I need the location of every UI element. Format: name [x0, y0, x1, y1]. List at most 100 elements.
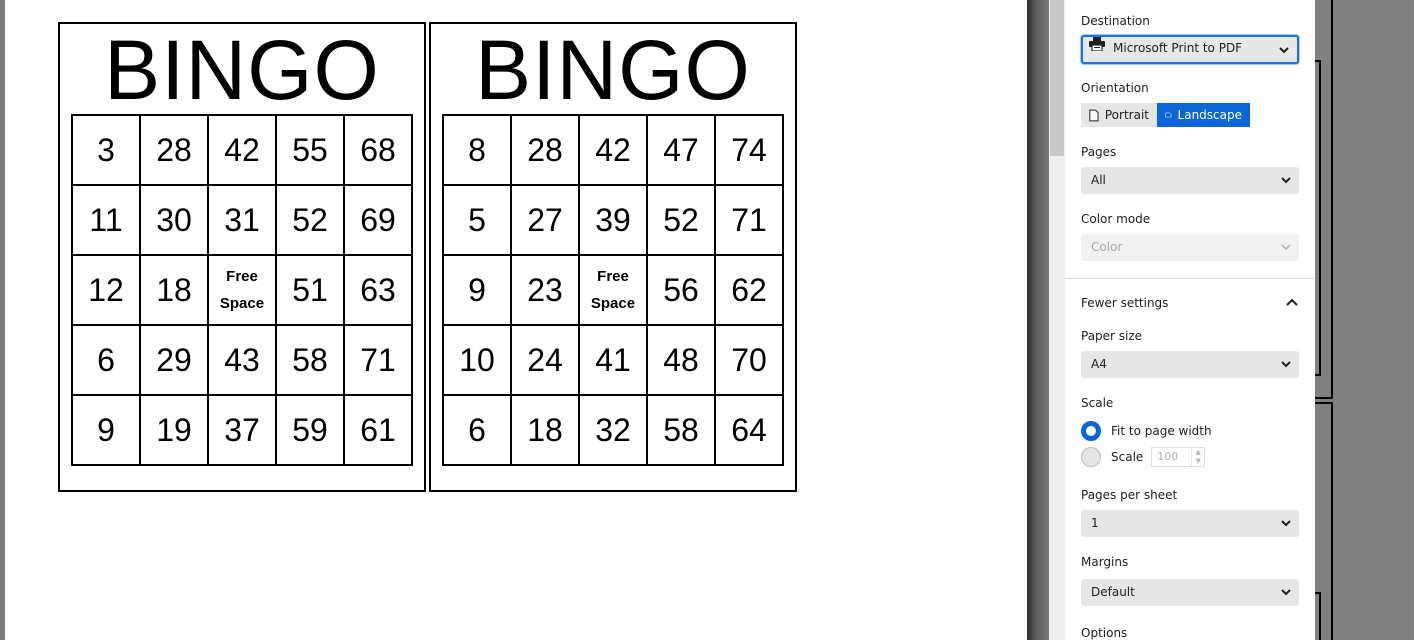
orientation-toggle: Portrait Landscape	[1081, 103, 1250, 127]
fit-to-page-width-label: Fit to page width	[1111, 424, 1212, 438]
bingo-number-cell: 8	[442, 114, 512, 186]
custom-scale-option[interactable]: Scale 100 ▲ ▼	[1081, 447, 1206, 467]
bingo-number-cell: 70	[714, 324, 784, 396]
destination-label: Destination	[1081, 14, 1150, 28]
orientation-label: Orientation	[1081, 81, 1149, 95]
bingo-number-cell: 42	[207, 114, 277, 186]
color-mode-select[interactable]: Color	[1081, 234, 1299, 261]
bingo-number-cell: 6	[442, 394, 512, 466]
pages-per-sheet-label: Pages per sheet	[1081, 488, 1178, 502]
bingo-number-cell: 52	[646, 184, 716, 256]
bingo-number-cell: 32	[578, 394, 648, 466]
free-space-cell: Free Space	[578, 254, 648, 326]
paper-size-value: A4	[1091, 357, 1107, 371]
preview-panel-shadow	[1027, 0, 1049, 640]
thumbnail-outline	[1319, 60, 1321, 376]
thumbnail-edge	[1315, 374, 1321, 376]
pages-per-sheet-value: 1	[1091, 516, 1099, 530]
bingo-number-cell: 51	[275, 254, 345, 326]
bingo-number-cell: 9	[71, 394, 141, 466]
chevron-down-icon	[1281, 579, 1291, 617]
bingo-card-title: BINGO	[475, 23, 751, 117]
printer-icon	[1089, 36, 1105, 59]
thumbnail-outline	[1331, 0, 1333, 398]
bingo-number-cell: 27	[510, 184, 580, 256]
bingo-grid: 8 28 42 47 74 5 27 39 52 71 9 23 Free Space 56 62 10 24 41…	[442, 114, 784, 466]
color-mode-value: Color	[1091, 240, 1123, 254]
section-divider	[1065, 278, 1315, 279]
bingo-number-cell: 3	[71, 114, 141, 186]
scale-spinner[interactable]: ▲ ▼	[1191, 448, 1204, 466]
bingo-number-cell: 28	[139, 114, 209, 186]
bingo-card-1: BINGO 3 28 42 55 68 11 30 31 52 69 12 18 Free Space 51…	[58, 22, 426, 492]
pages-select[interactable]: All	[1081, 167, 1299, 194]
fit-to-page-width-option[interactable]: Fit to page width	[1081, 421, 1212, 441]
free-space-text: Free	[226, 268, 258, 285]
chevron-up-icon[interactable]	[1285, 294, 1299, 314]
chevron-down-icon	[1281, 510, 1291, 548]
scale-input[interactable]: 100 ▲ ▼	[1151, 447, 1206, 467]
bingo-row: 10 24 41 48 70	[442, 324, 784, 396]
bingo-row: 9 23 Free Space 56 62	[442, 254, 784, 326]
bingo-row: 9 19 37 59 61	[71, 394, 413, 466]
bingo-number-cell: 58	[646, 394, 716, 466]
pages-label: Pages	[1081, 145, 1117, 159]
bingo-number-cell: 52	[275, 184, 345, 256]
landscape-button[interactable]: Landscape	[1157, 103, 1250, 127]
paper-size-label: Paper size	[1081, 329, 1143, 343]
bingo-number-cell: 30	[139, 184, 209, 256]
paper-size-select[interactable]: A4	[1081, 351, 1299, 378]
bingo-number-cell: 41	[578, 324, 648, 396]
chevron-down-icon	[1279, 37, 1289, 73]
pages-value: All	[1091, 173, 1106, 187]
bingo-number-cell: 47	[646, 114, 716, 186]
options-label: Options	[1081, 626, 1128, 640]
bingo-number-cell: 18	[510, 394, 580, 466]
margins-label: Margins	[1081, 555, 1129, 569]
bingo-number-cell: 69	[343, 184, 413, 256]
scale-label: Scale	[1081, 396, 1114, 410]
portrait-button[interactable]: Portrait	[1081, 103, 1157, 127]
thumbnail-edge	[1315, 397, 1333, 399]
bingo-number-cell: 9	[442, 254, 512, 326]
bingo-grid: 3 28 42 55 68 11 30 31 52 69 12 18 Free Space 51 63 6 29 4…	[71, 114, 413, 466]
radio-unselected[interactable]	[1081, 447, 1101, 467]
destination-select[interactable]: Microsoft Print to PDF	[1081, 35, 1299, 64]
bingo-number-cell: 64	[714, 394, 784, 466]
bingo-row: 6 29 43 58 71	[71, 324, 413, 396]
bingo-number-cell: 71	[714, 184, 784, 256]
bingo-number-cell: 5	[442, 184, 512, 256]
bingo-number-cell: 58	[275, 324, 345, 396]
margins-select[interactable]: Default	[1081, 579, 1299, 606]
thumbnail-outline	[1331, 402, 1333, 640]
radio-selected[interactable]	[1081, 421, 1101, 441]
portrait-label: Portrait	[1104, 108, 1149, 122]
bingo-number-cell: 55	[275, 114, 345, 186]
bingo-card-title: BINGO	[104, 23, 380, 117]
chevron-down-icon	[1281, 234, 1291, 272]
bingo-number-cell: 61	[343, 394, 413, 466]
bingo-number-cell: 48	[646, 324, 716, 396]
bingo-number-cell: 63	[343, 254, 413, 326]
free-space-text: Space	[590, 295, 636, 312]
bingo-number-cell: 29	[139, 324, 209, 396]
thumbnail-outline	[1319, 592, 1321, 640]
free-space-text: Space	[219, 295, 265, 312]
color-mode-label: Color mode	[1081, 212, 1151, 226]
pages-per-sheet-select[interactable]: 1	[1081, 510, 1299, 537]
bingo-number-cell: 56	[646, 254, 716, 326]
bingo-number-cell: 43	[207, 324, 277, 396]
bingo-number-cell: 37	[207, 394, 277, 466]
bingo-number-cell: 19	[139, 394, 209, 466]
bingo-number-cell: 28	[510, 114, 580, 186]
bingo-number-cell: 11	[71, 184, 141, 256]
destination-value: Microsoft Print to PDF	[1113, 41, 1243, 55]
chevron-down-icon	[1281, 351, 1291, 389]
bingo-number-cell: 68	[343, 114, 413, 186]
landscape-label: Landscape	[1177, 108, 1242, 122]
bingo-number-cell: 62	[714, 254, 784, 326]
settings-scrollbar-thumb[interactable]	[1050, 0, 1064, 156]
bingo-row: 8 28 42 47 74	[442, 114, 784, 186]
page-thumbnails-backdrop	[1315, 0, 1414, 640]
fewer-settings-toggle[interactable]: Fewer settings	[1081, 296, 1168, 310]
